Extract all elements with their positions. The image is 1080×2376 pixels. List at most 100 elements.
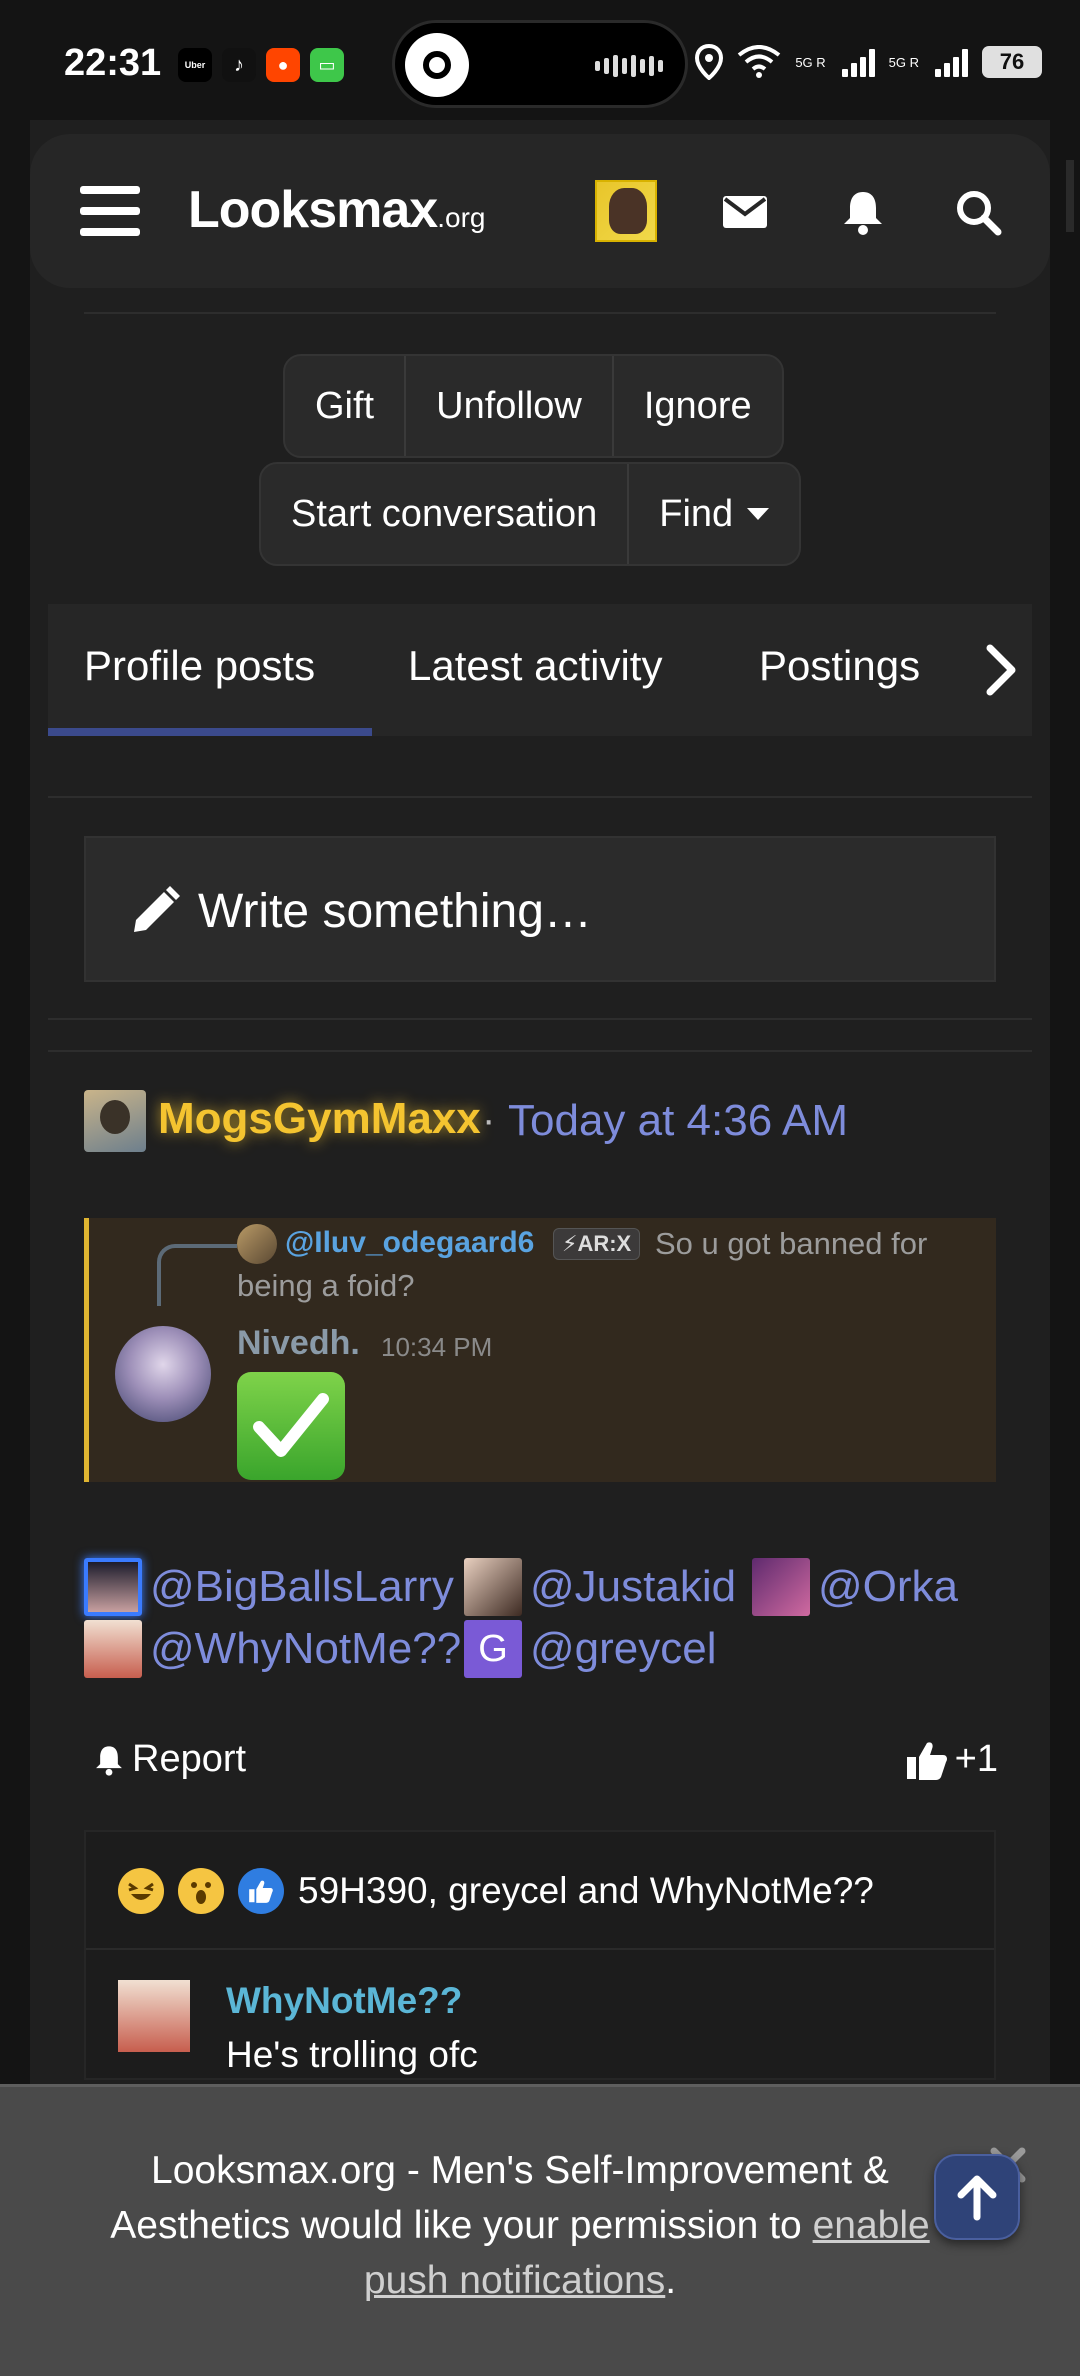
mention-label: @Justakid	[530, 1562, 737, 1611]
status-bar: 22:31 Uber ♪ ● ▭ 5G R 5G R 76	[0, 0, 1080, 120]
reply-connector	[157, 1244, 237, 1306]
quoted-text-line1: So u got banned for	[655, 1226, 928, 1261]
site-logo[interactable]: Looksmax.org	[188, 180, 485, 240]
divider	[48, 1050, 1032, 1052]
reactions-summary[interactable]: 59H390, greycel and WhyNotMe??	[118, 1868, 874, 1914]
surprised-emoji-icon	[178, 1868, 224, 1914]
dynamic-island	[392, 20, 688, 108]
divider	[48, 1018, 1032, 1020]
quoted-mention-avatar	[237, 1224, 277, 1264]
mail-icon[interactable]	[720, 188, 770, 236]
mention-link[interactable]: @BigBallsLarry	[84, 1558, 454, 1616]
chevron-down-icon	[747, 508, 770, 520]
status-indicators: 5G R 5G R 76	[695, 44, 1042, 80]
thumbs-up-icon	[906, 1741, 947, 1780]
reactions-text: 59H390, greycel and WhyNotMe??	[298, 1870, 874, 1911]
mention-avatar	[464, 1558, 522, 1616]
thumbs-up-icon	[249, 1880, 273, 1903]
mention-avatar	[84, 1620, 142, 1678]
mention-link[interactable]: @Justakid	[464, 1558, 736, 1616]
quoted-text-line2: being a foid?	[237, 1268, 415, 1303]
pencil-icon	[134, 886, 180, 932]
location-icon	[695, 44, 724, 80]
user-avatar[interactable]	[595, 180, 657, 242]
reddit-icon: ●	[266, 48, 300, 82]
like-count: +1	[954, 1738, 998, 1780]
report-label: Report	[132, 1738, 247, 1780]
profile-actions-row2: Start conversation Find	[259, 462, 802, 566]
unfollow-button[interactable]: Unfollow	[406, 356, 614, 456]
signal-2-label: 5G R	[888, 54, 919, 70]
post-author[interactable]: MogsGymMaxx	[158, 1094, 481, 1144]
audio-wave-icon	[595, 55, 663, 77]
quoted-time: 10:34 PM	[381, 1332, 493, 1362]
site-header: Looksmax.org	[30, 134, 1050, 288]
laughing-emoji-icon	[118, 1868, 164, 1914]
mention-label: @WhyNotMe??	[150, 1624, 462, 1673]
bell-icon	[96, 1745, 122, 1776]
logo-suffix: .org	[437, 202, 486, 233]
report-button[interactable]: Report	[92, 1738, 246, 1781]
wow-face-icon	[191, 1882, 211, 1904]
scrollbar-edge	[1066, 160, 1074, 232]
mention-label: @greycel	[530, 1624, 717, 1673]
check-icon	[253, 1393, 329, 1457]
mention-link[interactable]: @WhyNotMe??	[84, 1620, 461, 1678]
tab-latest-activity[interactable]: Latest activity	[408, 642, 662, 690]
find-label: Find	[659, 492, 734, 535]
post-timestamp[interactable]: Today at 4:36 AM	[508, 1096, 848, 1146]
mention-label: @Orka	[818, 1562, 959, 1611]
mention-link[interactable]: G @greycel	[464, 1620, 717, 1678]
mention-avatar	[84, 1558, 142, 1616]
ignore-button[interactable]: Ignore	[614, 356, 782, 456]
write-placeholder: Write something…	[198, 885, 592, 938]
reply-author[interactable]: WhyNotMe??	[226, 1980, 462, 2022]
divider	[48, 796, 1032, 798]
find-dropdown-button[interactable]: Find	[629, 464, 799, 564]
mention-label: @BigBallsLarry	[150, 1562, 454, 1611]
quoted-mention: @Iluv_odegaard6	[285, 1226, 535, 1259]
bell-icon[interactable]	[838, 188, 888, 236]
like-button[interactable]: +1	[905, 1738, 998, 1781]
post-separator: ·	[482, 1098, 496, 1142]
write-something-box[interactable]: Write something…	[84, 836, 996, 982]
search-icon[interactable]	[954, 188, 1004, 236]
mention-avatar	[752, 1558, 810, 1616]
divider	[84, 312, 996, 314]
quoted-badge: ⚡AR:X	[553, 1228, 641, 1260]
status-time: 22:31	[64, 42, 162, 84]
profile-actions-row1: Gift Unfollow Ignore	[283, 354, 784, 458]
signal-1-label: 5G R	[795, 54, 826, 70]
mention-link[interactable]: @Orka	[752, 1558, 958, 1616]
wifi-icon	[738, 45, 781, 78]
tab-profile-posts[interactable]: Profile posts	[84, 642, 315, 690]
check-mark-emoji-icon	[237, 1372, 345, 1480]
like-emoji-icon	[238, 1868, 284, 1914]
logo-main: Looksmax	[188, 181, 438, 239]
reply-avatar[interactable]	[118, 1980, 190, 2052]
active-tab-indicator	[48, 728, 372, 736]
uber-icon: Uber	[178, 48, 212, 82]
chevron-right-icon[interactable]	[982, 642, 1022, 698]
tab-postings[interactable]: Postings	[759, 642, 920, 690]
tiktok-icon: ♪	[222, 48, 256, 82]
divider	[86, 1948, 994, 1950]
camera-lens-icon	[405, 33, 469, 97]
start-conversation-button[interactable]: Start conversation	[261, 464, 630, 564]
scroll-to-top-button[interactable]	[934, 2154, 1020, 2240]
quoted-author-name: Nivedh.	[237, 1324, 360, 1362]
post-author-avatar[interactable]	[84, 1090, 146, 1152]
reply-text: He's trolling ofc	[226, 2034, 478, 2075]
comments-box: 59H390, greycel and WhyNotMe?? WhyNotMe?…	[84, 1830, 996, 2080]
gift-button[interactable]: Gift	[285, 356, 407, 456]
quoted-image: @Iluv_odegaard6 ⚡AR:X So u got banned fo…	[84, 1218, 996, 1482]
notification-period: .	[665, 2259, 677, 2302]
signal-2-icon	[935, 47, 968, 77]
notification-text: Looksmax.org - Men's Self-Improvement & …	[110, 2149, 889, 2247]
quoted-author-avatar	[115, 1326, 211, 1422]
profile-tabs: Profile posts Latest activity Postings	[48, 604, 1032, 736]
battery-indicator: 76	[982, 46, 1042, 78]
notification-app-icons: Uber ♪ ● ▭	[178, 48, 344, 82]
arrow-up-icon	[957, 2175, 997, 2221]
menu-icon[interactable]	[80, 186, 140, 236]
